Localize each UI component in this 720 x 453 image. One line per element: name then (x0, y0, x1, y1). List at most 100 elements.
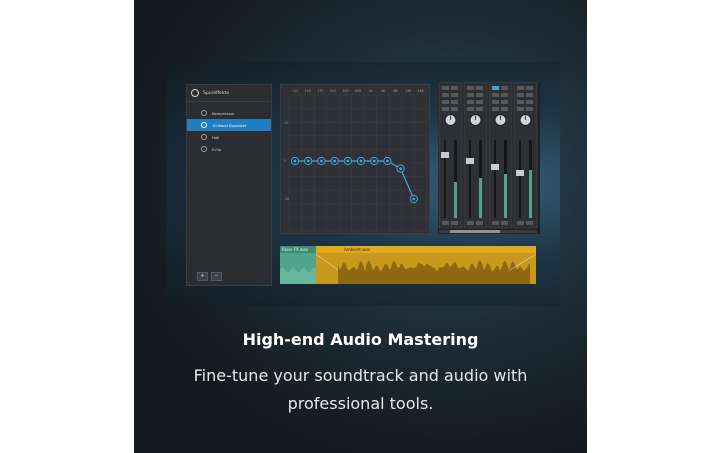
effect-label: Echo (212, 146, 222, 152)
effect-label: Hall (212, 134, 220, 140)
eq-freq-label: 4K (381, 89, 386, 93)
mixer-button[interactable] (451, 221, 458, 225)
mixer-scrollbar-thumb[interactable] (450, 230, 500, 233)
level-meter-fill (479, 178, 482, 218)
timeline: River FX.wav Ambient.wav (280, 246, 536, 284)
mixer-button[interactable] (451, 86, 458, 90)
mixer-button[interactable] (501, 107, 508, 111)
add-effect-button[interactable]: + (197, 272, 208, 281)
mixer-button[interactable] (442, 221, 449, 225)
mixer-button[interactable] (476, 100, 483, 104)
promo-card: Spureffekte Kompressor 10-Band Equalizer… (134, 0, 587, 453)
eq-freq-label: 170 (317, 89, 323, 93)
mixer-button[interactable] (442, 93, 449, 97)
fade-in-line[interactable] (315, 253, 339, 271)
eq-band-dot (399, 167, 402, 170)
eq-band-dot (386, 159, 389, 163)
mixer-button[interactable] (526, 86, 533, 90)
subline-2: professional tools. (287, 394, 434, 413)
eq-db-label: -10 (284, 197, 289, 201)
eq-db-label: 10 (284, 121, 288, 125)
subline: Fine-tune your soundtrack and audio with… (134, 362, 587, 418)
eq-freq-label: 300 (342, 89, 348, 93)
effect-icon (201, 110, 207, 116)
effect-icon (201, 146, 207, 152)
waveform (280, 253, 536, 284)
mixer-button[interactable] (467, 86, 474, 90)
fader-handle[interactable] (466, 158, 474, 164)
level-meter-fill (504, 174, 507, 218)
mixer-button[interactable] (526, 93, 533, 97)
mixer-button[interactable] (451, 100, 458, 104)
fader-track (519, 140, 521, 218)
mixer-button[interactable] (501, 93, 508, 97)
mixer-button[interactable] (492, 107, 499, 111)
mixer-button[interactable] (526, 221, 533, 225)
subline-1: Fine-tune your soundtrack and audio with (193, 366, 528, 385)
mixer-button[interactable] (517, 100, 524, 104)
mixer-button[interactable] (442, 107, 449, 111)
mixer-button[interactable] (442, 100, 449, 104)
effect-icon (201, 122, 207, 128)
eq-band-dot (359, 159, 363, 163)
eq-freq-label: 8K (394, 89, 399, 93)
effect-icon (201, 134, 207, 140)
panel-title: Spureffekte (203, 90, 230, 96)
fader-handle[interactable] (441, 152, 449, 158)
mixer-button[interactable] (501, 86, 508, 90)
mixer-button[interactable] (467, 100, 474, 104)
fader-handle[interactable] (491, 164, 499, 170)
mixer-button[interactable] (442, 86, 449, 90)
level-meter-fill (454, 182, 457, 218)
mixer-button[interactable] (476, 107, 483, 111)
mixer-button[interactable] (517, 107, 524, 111)
eq-freq-label: 13K (405, 89, 412, 93)
mixer-button[interactable] (492, 93, 499, 97)
eq-freq-label: 112 (292, 89, 298, 93)
effect-item-compressor[interactable]: Kompressor (187, 107, 271, 119)
effect-item-reverb[interactable]: Hall (187, 131, 271, 143)
gear-icon[interactable] (191, 89, 199, 97)
mixer-button[interactable] (526, 100, 533, 104)
eq-band-dot (306, 159, 310, 163)
effect-label: 10-Band Equalizer (212, 122, 247, 128)
fader-track (444, 140, 446, 218)
eq-db-label: 0 (284, 159, 286, 163)
mixer-svg (438, 81, 538, 233)
mixer-panel (438, 81, 540, 234)
equalizer-graph: 112 125 170 215 300 500 1K 4K 8K 13K 16K 10 0 -10 (280, 84, 430, 234)
mixer-button[interactable] (467, 107, 474, 111)
mixer-button[interactable] (476, 221, 483, 225)
mixer-button[interactable] (517, 93, 524, 97)
mixer-button[interactable] (517, 86, 524, 90)
fade-out-line[interactable] (509, 253, 536, 271)
mixer-button[interactable] (492, 221, 499, 225)
mixer-button[interactable] (476, 86, 483, 90)
effect-label: Kompressor (212, 110, 235, 116)
waveform-shape (280, 267, 316, 284)
track-effects-panel: Spureffekte Kompressor 10-Band Equalizer… (186, 84, 272, 286)
mixer-button[interactable] (451, 107, 458, 111)
mixer-button[interactable] (501, 221, 508, 225)
fader-handle[interactable] (516, 170, 524, 176)
mixer-button[interactable] (501, 100, 508, 104)
panel-header: Spureffekte (187, 85, 271, 102)
waveform-shape (338, 260, 530, 284)
mixer-button[interactable] (526, 107, 533, 111)
fader-track (469, 140, 471, 218)
mixer-button[interactable] (492, 100, 499, 104)
equalizer-svg: 112 125 170 215 300 500 1K 4K 8K 13K 16K 10 0 -10 (284, 89, 428, 232)
mixer-button[interactable] (467, 93, 474, 97)
eq-band-dot (346, 159, 350, 163)
eq-band-dot (293, 159, 297, 163)
mixer-button[interactable] (476, 93, 483, 97)
mixer-button[interactable] (451, 93, 458, 97)
headline: High-end Audio Mastering (242, 330, 479, 349)
effect-item-echo[interactable]: Echo (187, 143, 271, 155)
mixer-button[interactable] (467, 221, 474, 225)
remove-effect-button[interactable]: − (211, 272, 222, 281)
eq-freq-label: 125 (305, 89, 311, 93)
mixer-button[interactable] (517, 221, 524, 225)
effect-item-equalizer[interactable]: 10-Band Equalizer (187, 119, 271, 131)
mixer-button[interactable] (492, 86, 499, 90)
